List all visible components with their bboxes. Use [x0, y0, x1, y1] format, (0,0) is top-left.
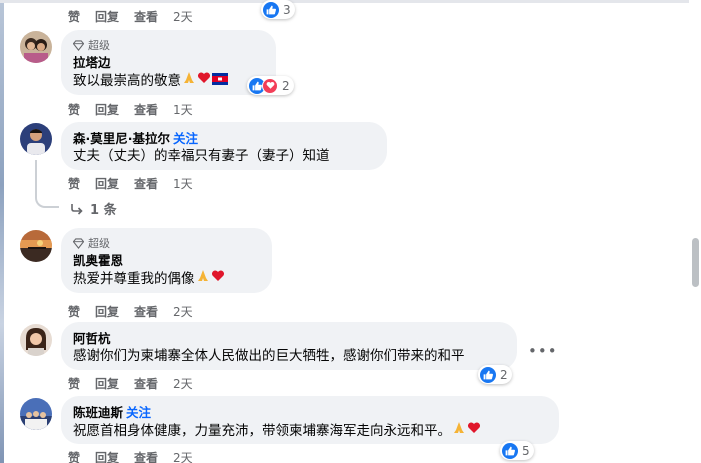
comment-author-row: 陈班迪斯 关注	[73, 404, 547, 421]
comment-text-row: 热爱并尊重我的偶像	[73, 269, 260, 289]
comment-action-row: 赞 回复 查看 2天	[68, 449, 208, 463]
comment-author-row: 森·莫里尼·基拉尔 关注	[73, 130, 375, 147]
top-divider	[0, 0, 701, 3]
badge-label: 超级	[88, 237, 110, 250]
comment-text: 感谢你们为柬埔寨全体人民做出的巨大牺牲，感谢你们带来的和平	[73, 348, 465, 364]
avatar[interactable]	[20, 31, 52, 63]
view-replies-link[interactable]: 1 条	[70, 199, 117, 218]
comment-action-row: 赞 回复 查看 2天	[68, 375, 208, 392]
like-reaction-icon	[263, 1, 279, 18]
reaction-count: 3	[283, 2, 291, 17]
comment-bubble: 超级 凯奥霍恩 热爱并尊重我的偶像	[61, 228, 272, 293]
reply-action[interactable]: 回复	[95, 449, 119, 463]
thread-connector	[35, 160, 59, 208]
praying-hands-emoji	[182, 71, 196, 91]
comment-author[interactable]: 拉塔边	[73, 54, 264, 71]
reply-action[interactable]: 回复	[95, 8, 119, 25]
view-action[interactable]: 查看	[134, 8, 158, 25]
view-action[interactable]: 查看	[134, 101, 158, 118]
comment-text-row: 祝愿首相身体健康，力量充沛，带领柬埔寨海军走向永远和平。	[73, 421, 547, 441]
follow-link[interactable]: 关注	[173, 131, 198, 146]
replies-count: 1 条	[90, 203, 117, 218]
comment-reaction-summary[interactable]: 2	[247, 76, 294, 95]
comment-time: 2天	[173, 305, 193, 319]
reaction-count: 5	[522, 443, 530, 458]
comment-author[interactable]: 陈班迪斯	[73, 405, 123, 420]
comment-text-row: 致以最崇高的敬意	[73, 71, 264, 91]
reaction-count: 2	[500, 367, 508, 382]
reply-action[interactable]: 回复	[95, 175, 119, 192]
comment-time: 2天	[173, 377, 193, 391]
comment-author[interactable]: 森·莫里尼·基拉尔	[73, 131, 170, 146]
reply-action[interactable]: 回复	[95, 303, 119, 320]
scrollbar-track[interactable]	[689, 0, 701, 463]
comment-time: 1天	[173, 103, 193, 117]
view-action[interactable]: 查看	[134, 375, 158, 392]
comment-bubble: 超级 拉塔边 致以最崇高的敬意	[61, 30, 276, 95]
like-reaction-icon	[480, 366, 496, 383]
top-action-row: 赞 回复 查看 2天	[68, 8, 208, 25]
badge-label: 超级	[88, 39, 110, 52]
avatar[interactable]	[20, 398, 52, 430]
comment-action-row: 赞 回复 查看 1天	[68, 175, 208, 192]
comment-bubble: 森·莫里尼·基拉尔 关注 丈夫（丈夫）的幸福只有妻子（妻子）知道	[61, 122, 387, 170]
reply-arrow-icon	[71, 203, 83, 215]
heart-emoji	[211, 269, 225, 289]
like-action[interactable]: 赞	[68, 8, 80, 25]
like-action[interactable]: 赞	[68, 101, 80, 118]
reaction-count: 2	[282, 78, 290, 93]
like-action[interactable]: 赞	[68, 375, 80, 392]
like-action[interactable]: 赞	[68, 175, 80, 192]
praying-hands-emoji	[452, 421, 466, 441]
comment-bubble: 陈班迪斯 关注 祝愿首相身体健康，力量充沛，带领柬埔寨海军走向永远和平。	[61, 396, 559, 444]
comment-action-row: 赞 回复 查看 2天	[68, 303, 208, 320]
comment-reaction-summary[interactable]: 5	[500, 441, 534, 460]
heart-emoji	[467, 421, 481, 441]
comment-text: 热爱并尊重我的偶像	[73, 270, 195, 287]
more-options-button[interactable]: •••	[528, 342, 558, 360]
comment-action-row: 赞 回复 查看 1天	[68, 101, 208, 118]
left-edge-strip	[0, 0, 4, 463]
comment-bubble: 阿哲杭 感谢你们为柬埔寨全体人民做出的巨大牺牲，感谢你们带来的和平	[61, 322, 517, 370]
cambodia-flag-emoji	[212, 72, 228, 91]
like-action[interactable]: 赞	[68, 449, 80, 463]
top-fan-badge: 超级	[73, 38, 264, 52]
top-fan-badge: 超级	[73, 236, 260, 250]
scrollbar-thumb[interactable]	[692, 238, 699, 287]
avatar[interactable]	[20, 123, 52, 155]
heart-emoji	[197, 71, 211, 91]
love-reaction-icon	[262, 77, 278, 94]
comment-time: 2天	[173, 10, 193, 24]
comment-text: 丈夫（丈夫）的幸福只有妻子（妻子）知道	[73, 148, 330, 164]
like-action[interactable]: 赞	[68, 303, 80, 320]
comment-time: 2天	[173, 451, 193, 463]
comment-time: 1天	[173, 177, 193, 191]
like-reaction-icon	[502, 442, 518, 459]
comment-reaction-summary[interactable]: 2	[478, 365, 512, 384]
comment-author[interactable]: 阿哲杭	[73, 330, 505, 347]
praying-hands-emoji	[196, 269, 210, 289]
avatar[interactable]	[20, 324, 52, 356]
comment-text: 祝愿首相身体健康，力量充沛，带领柬埔寨海军走向永远和平。	[73, 422, 451, 439]
reply-action[interactable]: 回复	[95, 101, 119, 118]
reply-action[interactable]: 回复	[95, 375, 119, 392]
follow-link[interactable]: 关注	[126, 405, 151, 420]
view-action[interactable]: 查看	[134, 303, 158, 320]
diamond-icon	[73, 39, 84, 51]
comment-text: 致以最崇高的敬意	[73, 72, 181, 89]
view-action[interactable]: 查看	[134, 449, 158, 463]
comment-author[interactable]: 凯奥霍恩	[73, 252, 260, 269]
avatar[interactable]	[20, 230, 52, 262]
view-action[interactable]: 查看	[134, 175, 158, 192]
diamond-icon	[73, 237, 84, 249]
top-reaction-summary[interactable]: 3	[261, 0, 295, 19]
